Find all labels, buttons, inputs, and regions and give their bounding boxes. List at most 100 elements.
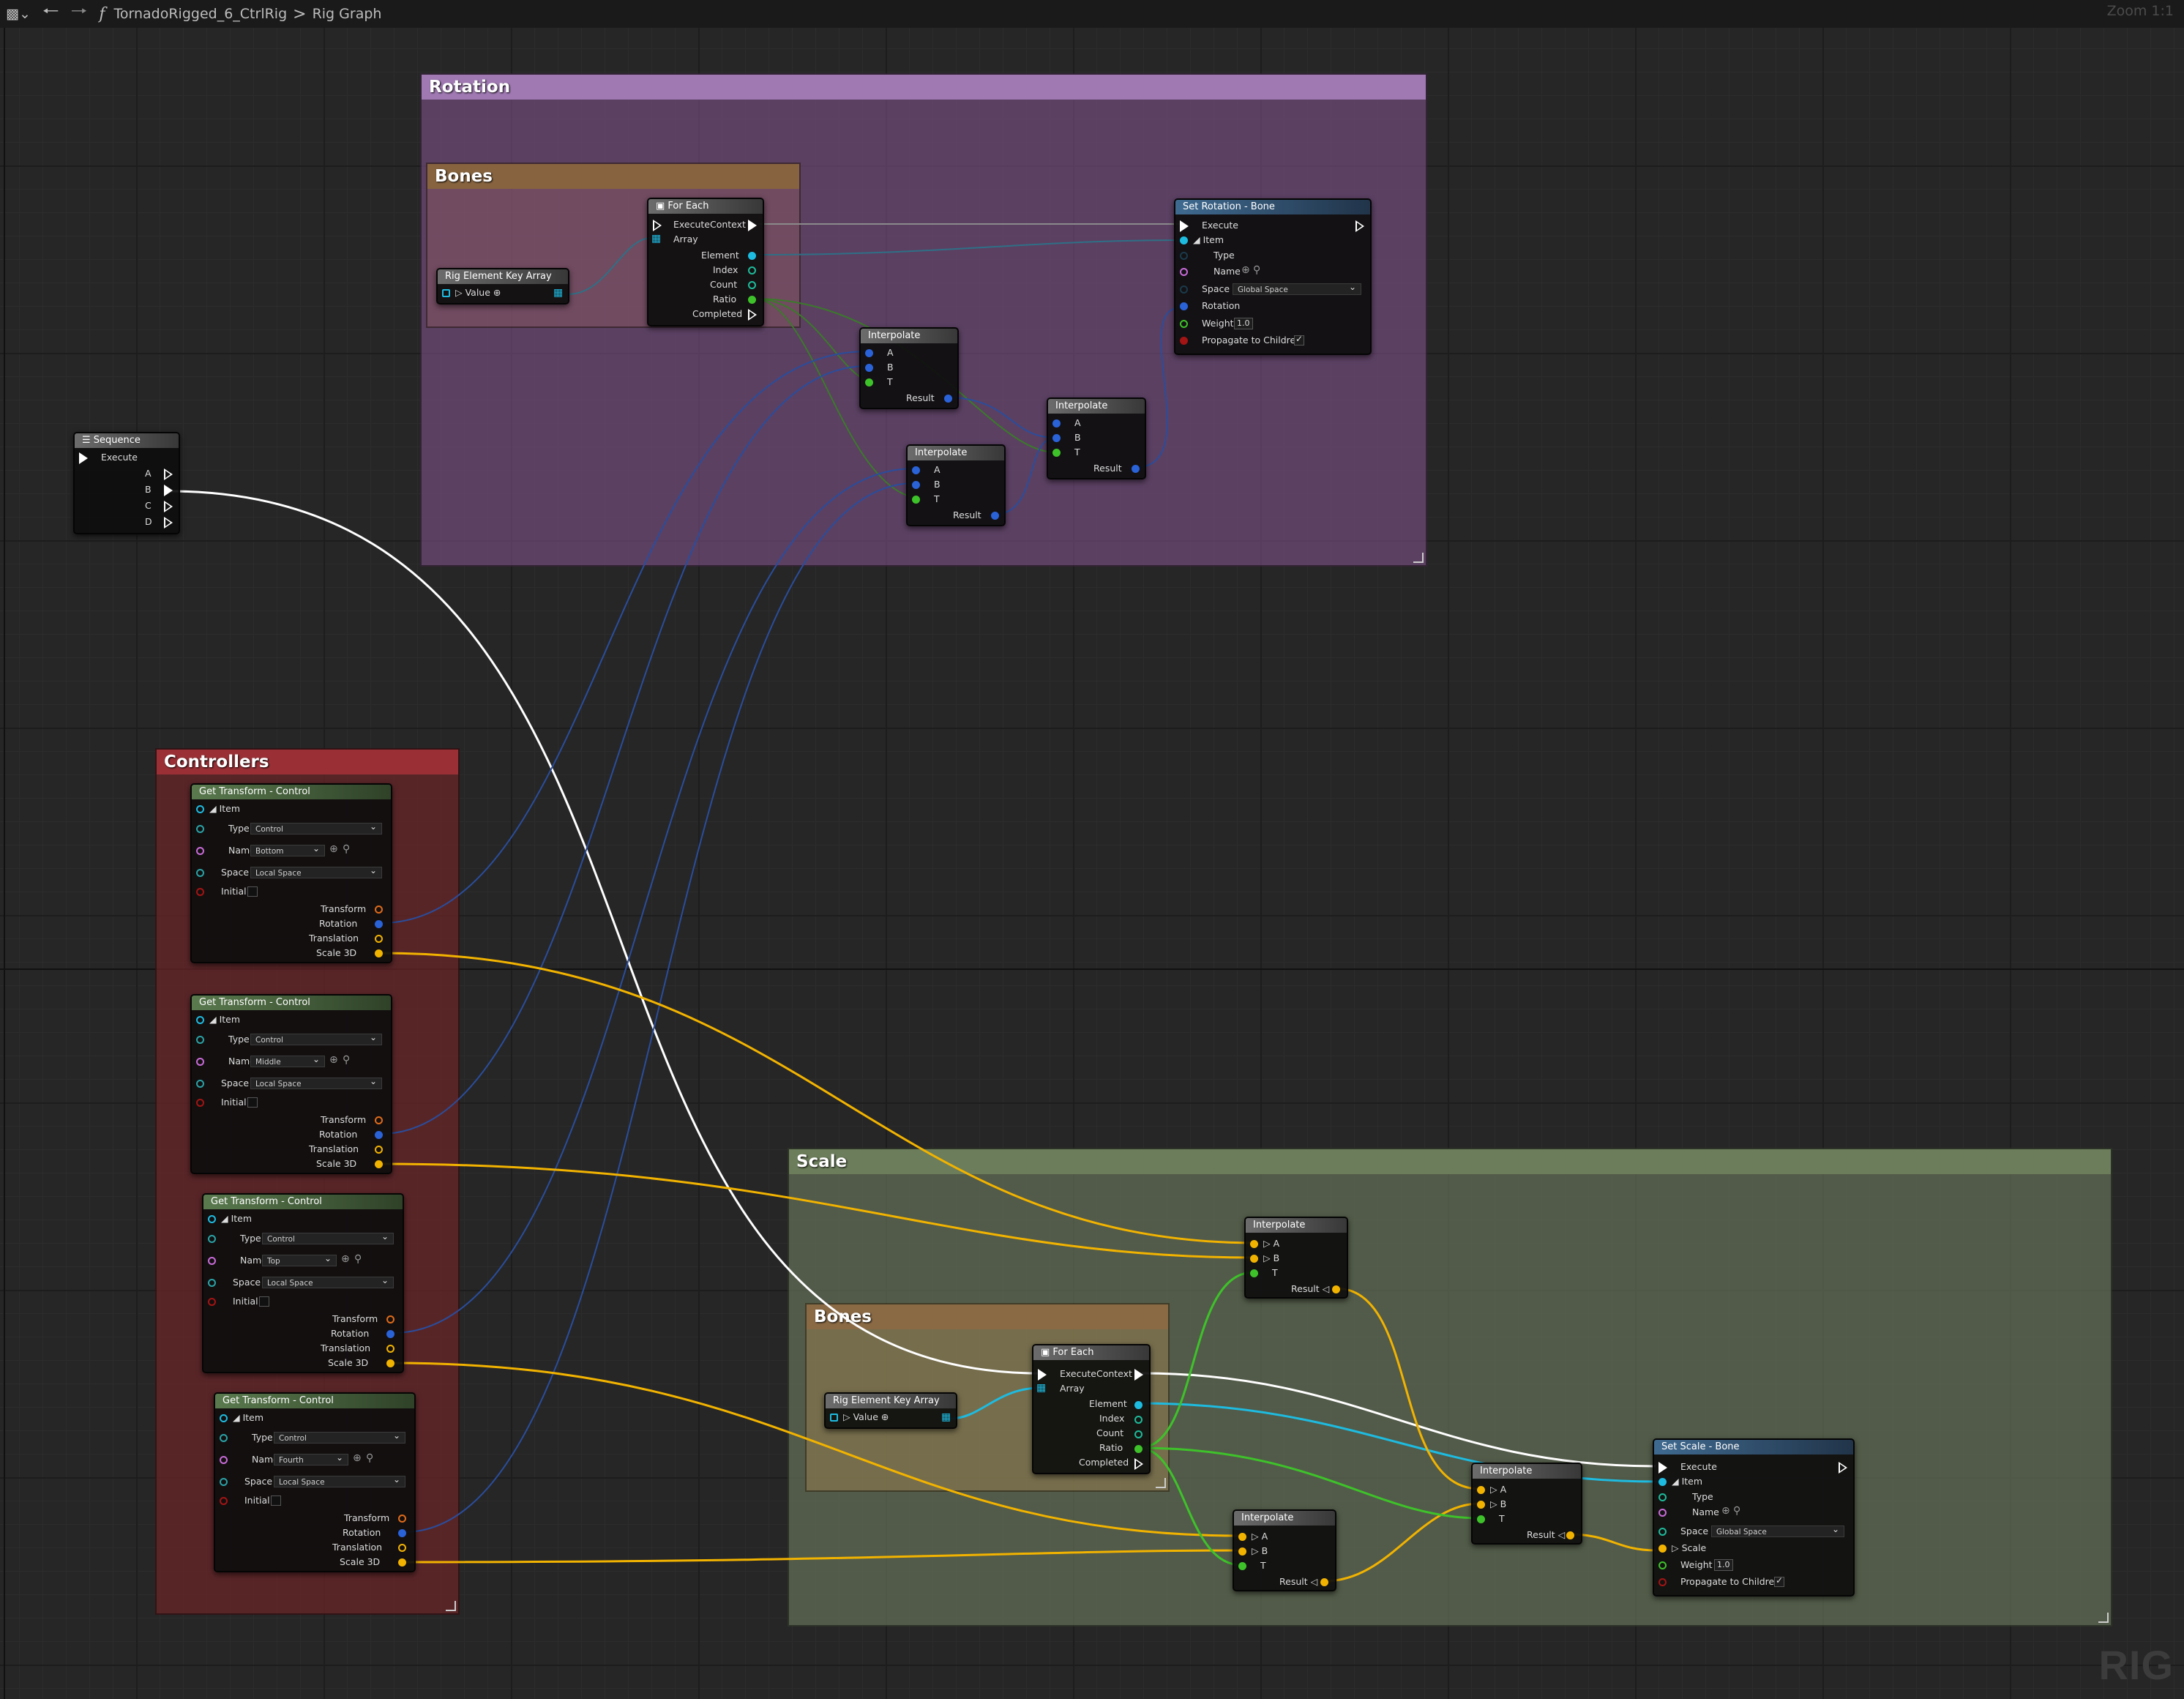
type-dropdown[interactable]: Control — [250, 821, 382, 834]
interpolate-node-scale-2[interactable]: Interpolate ▷ A ▷ B T Result ◁ — [1233, 1509, 1336, 1591]
a-input-pin[interactable] — [1052, 419, 1061, 427]
sequence-a-output-pin[interactable] — [164, 468, 173, 480]
execute-output-pin[interactable] — [748, 220, 757, 231]
browse-icon[interactable]: ⊕ — [1721, 1505, 1730, 1517]
count-output-pin[interactable] — [748, 281, 756, 289]
array-pin[interactable] — [442, 289, 450, 297]
result-output-pin[interactable] — [1332, 1285, 1340, 1293]
execute-input-pin[interactable] — [1038, 1369, 1047, 1381]
expand-arrow-icon[interactable]: ▷ — [1252, 1531, 1262, 1542]
weight-input[interactable]: 1.0 — [1714, 1559, 1733, 1571]
scale3d-output-pin[interactable] — [375, 949, 383, 957]
type-dropdown[interactable]: Control — [262, 1231, 394, 1244]
execute-input-pin[interactable] — [1658, 1462, 1667, 1474]
breadcrumb-current[interactable]: Rig Graph — [313, 6, 382, 22]
rotation-output-pin[interactable] — [375, 920, 383, 928]
node-header[interactable]: ▣ For Each — [648, 199, 763, 214]
a-input-pin[interactable] — [865, 349, 873, 357]
space-pin[interactable] — [1658, 1528, 1667, 1536]
space-dropdown[interactable]: Local Space — [250, 1075, 382, 1089]
expand-arrow-icon[interactable]: ▷ — [843, 1411, 853, 1422]
result-output-pin[interactable] — [991, 512, 999, 520]
name-pin[interactable] — [1180, 268, 1188, 276]
execute-output-pin[interactable] — [1839, 1462, 1847, 1474]
expand-arrow-icon[interactable]: ◢ — [233, 1412, 243, 1423]
scale-input-pin[interactable] — [1658, 1545, 1667, 1553]
scale3d-output-pin[interactable] — [375, 1160, 383, 1168]
b-input-pin[interactable] — [1477, 1501, 1485, 1509]
execute-output-pin[interactable] — [1134, 1369, 1143, 1381]
expand-arrow-icon[interactable]: ◢ — [209, 803, 220, 814]
space-dropdown[interactable]: Global Space — [1711, 1523, 1844, 1537]
b-input-pin[interactable] — [1238, 1547, 1246, 1556]
initial-checkbox[interactable] — [247, 886, 258, 897]
space-pin[interactable] — [1180, 285, 1188, 294]
set-rotation-bone-node[interactable]: Set Rotation - Bone Execute ◢ Item Type … — [1174, 198, 1372, 355]
space-pin[interactable] — [220, 1478, 228, 1486]
element-output-pin[interactable] — [1134, 1401, 1143, 1409]
browse-icon[interactable]: ⊕ — [341, 1253, 350, 1265]
resize-handle[interactable] — [2098, 1613, 2109, 1623]
browse-icon[interactable]: ⊕ — [329, 843, 338, 855]
translation-output-pin[interactable] — [386, 1345, 394, 1353]
t-input-pin[interactable] — [865, 378, 873, 387]
transform-output-pin[interactable] — [375, 1116, 383, 1124]
name-dropdown[interactable]: Top — [262, 1252, 337, 1266]
get-transform-control-node-fourth[interactable]: Get Transform - Control ◢ Item Type Cont… — [214, 1392, 416, 1572]
a-input-pin[interactable] — [1477, 1486, 1485, 1494]
ratio-output-pin[interactable] — [748, 296, 756, 304]
expand-arrow-icon[interactable]: ◢ — [209, 1014, 220, 1025]
type-pin[interactable] — [220, 1434, 228, 1442]
node-title[interactable]: Set Rotation - Bone — [1175, 200, 1370, 214]
transform-output-pin[interactable] — [375, 905, 383, 914]
weight-pin[interactable] — [1658, 1561, 1667, 1569]
index-output-pin[interactable] — [1134, 1416, 1143, 1424]
execute-output-pin[interactable] — [1355, 220, 1364, 232]
initial-checkbox[interactable] — [259, 1296, 269, 1307]
space-dropdown[interactable]: Local Space — [250, 865, 382, 878]
search-icon[interactable]: ⚲ — [343, 1054, 350, 1066]
rig-element-key-array-node-scale[interactable]: Rig Element Key Array ▷ Value ⊕ ▦ — [824, 1392, 957, 1429]
add-element-icon[interactable]: ⊕ — [881, 1411, 889, 1422]
result-output-pin[interactable] — [1566, 1531, 1574, 1539]
sequence-node-header[interactable]: ☰ Sequence — [75, 433, 179, 448]
breadcrumb-graph-link[interactable]: TornadoRigged_6_CtrlRig — [114, 6, 288, 22]
comment-scale-bones-title[interactable]: Bones — [807, 1304, 1168, 1329]
node-title[interactable]: Get Transform - Control — [203, 1195, 403, 1209]
set-scale-bone-node[interactable]: Set Scale - Bone Execute ◢ Item Type Nam… — [1653, 1438, 1855, 1597]
comment-controllers-title[interactable]: Controllers — [157, 750, 458, 774]
interpolate-node-scale-1[interactable]: Interpolate ▷ A ▷ B T Result ◁ — [1244, 1217, 1348, 1299]
expand-arrow-icon[interactable]: ◢ — [1193, 234, 1203, 245]
t-input-pin[interactable] — [912, 496, 920, 504]
item-pin[interactable] — [196, 1016, 204, 1024]
type-pin[interactable] — [1180, 252, 1188, 260]
node-title[interactable]: Rig Element Key Array — [438, 269, 568, 284]
sequence-node[interactable]: ☰ Sequence Execute A B C D — [73, 432, 180, 534]
initial-pin[interactable] — [220, 1497, 228, 1505]
name-dropdown[interactable]: Bottom — [250, 843, 325, 856]
expand-arrow-icon[interactable]: ▷ — [1252, 1545, 1262, 1556]
node-title[interactable]: Get Transform - Control — [192, 996, 391, 1010]
type-pin[interactable] — [208, 1235, 216, 1243]
type-pin[interactable] — [196, 825, 204, 833]
search-icon[interactable]: ⚲ — [354, 1253, 362, 1265]
space-dropdown[interactable]: Global Space — [1233, 281, 1361, 295]
get-transform-control-node-middle[interactable]: Get Transform - Control ◢ Item Type Cont… — [190, 994, 392, 1174]
array-grid-icon[interactable]: ▦ — [941, 1411, 951, 1423]
resize-handle[interactable] — [1156, 1478, 1166, 1488]
interpolate-node-scale-3[interactable]: Interpolate ▷ A ▷ B T Result ◁ — [1471, 1463, 1582, 1545]
t-input-pin[interactable] — [1477, 1515, 1485, 1523]
expand-arrow-icon[interactable]: ▷ — [1490, 1484, 1500, 1495]
a-input-pin[interactable] — [1238, 1533, 1246, 1541]
weight-pin[interactable] — [1180, 320, 1188, 328]
add-element-icon[interactable]: ⊕ — [493, 287, 501, 298]
initial-pin[interactable] — [196, 888, 204, 896]
b-input-pin[interactable] — [1250, 1255, 1258, 1263]
node-title[interactable]: Interpolate — [1048, 399, 1145, 414]
name-dropdown[interactable]: Middle — [250, 1053, 325, 1067]
for-each-node-rotation[interactable]: ▣ For Each ExecuteContext ▦ Array Elemen… — [647, 198, 764, 326]
scale3d-output-pin[interactable] — [398, 1558, 406, 1567]
propagate-pin[interactable] — [1658, 1578, 1667, 1586]
search-icon[interactable]: ⚲ — [366, 1452, 373, 1464]
t-input-pin[interactable] — [1238, 1562, 1246, 1570]
